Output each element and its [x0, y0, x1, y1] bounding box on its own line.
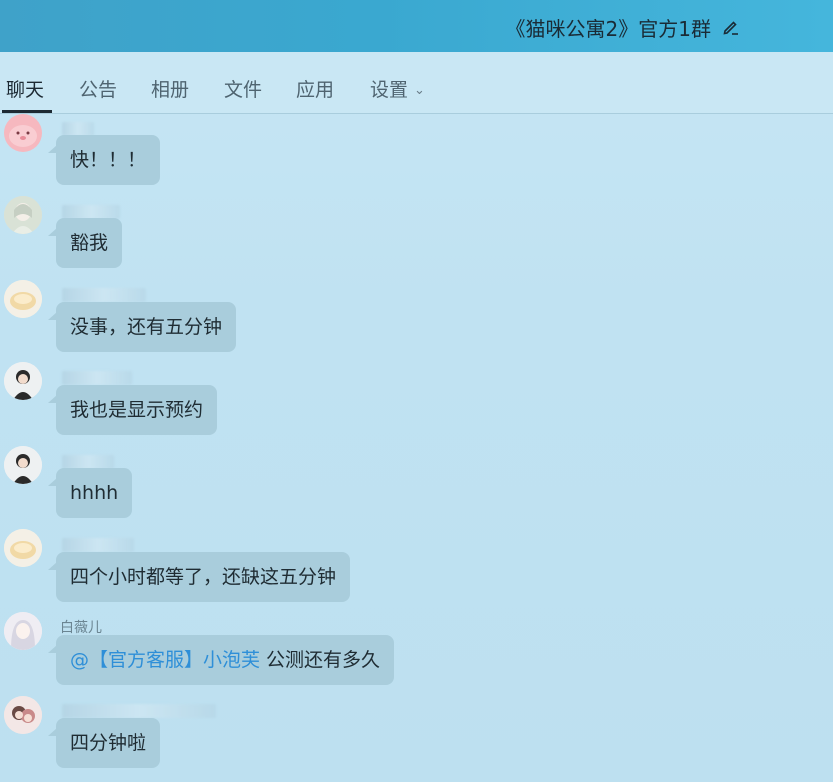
sender-name-redacted [62, 122, 94, 136]
group-title-area[interactable]: 《猫咪公寓2》官方1群 [506, 13, 741, 41]
sender-name-redacted [62, 371, 132, 385]
message-bubble: 没事，还有五分钟 [47, 302, 237, 352]
avatar[interactable] [4, 529, 42, 567]
tab-announcements[interactable]: 公告 [79, 75, 117, 102]
avatar[interactable] [4, 280, 42, 318]
sender-name-redacted [62, 205, 120, 219]
message-bubble: 我也是显示预约 [47, 385, 218, 435]
tab-settings[interactable]: 设置 ⌄ [370, 75, 425, 102]
pencil-icon[interactable] [721, 17, 741, 37]
chevron-down-icon: ⌄ [414, 83, 425, 98]
message-bubble: 四分钟啦 [47, 718, 161, 768]
message-bubble: 四个小时都等了，还缺这五分钟 [47, 552, 351, 602]
tab-album[interactable]: 相册 [151, 75, 189, 102]
group-title: 《猫咪公寓2》官方1群 [505, 16, 711, 41]
avatar[interactable] [4, 446, 42, 484]
tab-settings-label: 设置 [370, 79, 409, 101]
tab-chat[interactable]: 聊天 [6, 75, 44, 102]
message-text: 公测还有多久 [260, 649, 381, 671]
avatar[interactable] [4, 362, 42, 400]
title-bar: 《猫咪公寓2》官方1群 [0, 0, 833, 52]
sender-name: 白薇儿 [60, 620, 102, 636]
avatar[interactable] [4, 114, 42, 152]
mention-link[interactable]: @【官方客服】小泡芙 [70, 649, 260, 671]
sender-name-redacted [62, 538, 134, 552]
avatar[interactable] [4, 612, 42, 650]
message-bubble: @【官方客服】小泡芙 公测还有多久 [47, 635, 395, 685]
avatar[interactable] [4, 196, 42, 234]
tab-files[interactable]: 文件 [224, 75, 262, 102]
sender-name-redacted [62, 704, 216, 718]
tab-apps[interactable]: 应用 [296, 75, 334, 102]
sender-name-redacted [62, 288, 146, 302]
active-tab-indicator [2, 110, 52, 113]
avatar[interactable] [4, 696, 42, 734]
chat-window: 《猫咪公寓2》官方1群 聊天 公告 相册 文件 应用 设置 ⌄ 快！！！ 豁我 [0, 0, 833, 782]
message-bubble: hhhh [47, 468, 133, 518]
sender-name-redacted [62, 455, 114, 469]
message-bubble: 快！！！ [47, 135, 161, 185]
message-bubble: 豁我 [47, 218, 123, 268]
tab-bar: 聊天 公告 相册 文件 应用 设置 ⌄ [0, 52, 833, 114]
